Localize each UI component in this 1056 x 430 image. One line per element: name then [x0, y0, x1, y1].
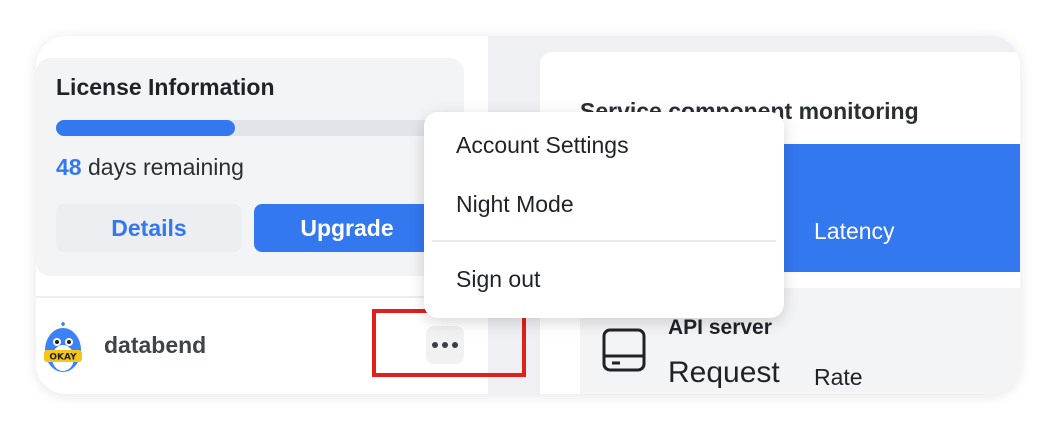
service-unit: Rate — [814, 364, 863, 390]
menu-item-sign-out[interactable]: Sign out — [456, 266, 540, 293]
service-metric: Request — [668, 356, 780, 389]
license-progress-fill — [56, 120, 236, 136]
days-count: 48 — [56, 154, 82, 180]
days-remaining: 48 days remaining — [56, 154, 244, 181]
license-title: License Information — [56, 74, 275, 100]
menu-divider — [432, 240, 776, 242]
highlight-box — [372, 309, 526, 377]
license-progress-bar — [56, 120, 446, 136]
avatar-badge: OKAY — [49, 353, 77, 363]
divider — [36, 296, 488, 298]
menu-item-account-settings[interactable]: Account Settings — [456, 132, 629, 159]
license-panel: License Information 48 days remaining De… — [36, 58, 464, 276]
account-menu: Account Settings Night Mode Sign out — [424, 112, 784, 318]
menu-item-night-mode[interactable]: Night Mode — [456, 191, 574, 218]
details-button[interactable]: Details — [56, 204, 242, 252]
upgrade-button[interactable]: Upgrade — [254, 204, 440, 252]
days-suffix: days remaining — [81, 154, 244, 180]
hard-drive-icon — [602, 328, 646, 372]
service-card-unit: Latency — [814, 218, 895, 244]
account-name: databend — [104, 332, 207, 358]
service-name: API server — [668, 316, 772, 339]
avatar: OKAY — [44, 322, 82, 372]
